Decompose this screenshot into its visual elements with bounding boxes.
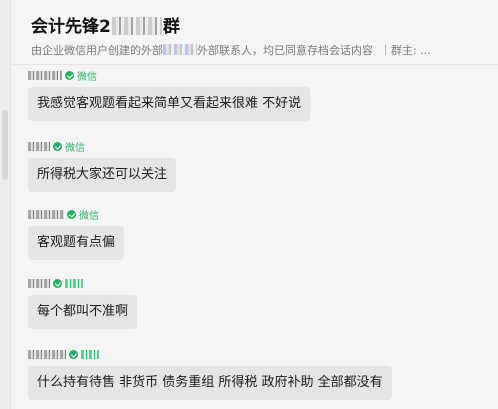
group-title-suffix: 群 (162, 17, 180, 37)
group-owner[interactable]: ｜群主: ... (380, 44, 431, 57)
sender-org-redacted (65, 278, 83, 288)
message-sender (28, 348, 392, 360)
message-bubble[interactable]: 所得税大家还可以关注 (28, 158, 177, 192)
redacted-subtitle-text (163, 44, 197, 55)
group-title[interactable]: 会计先锋2 群 (31, 12, 180, 37)
chat-header: 会计先锋2 群 由企业微信用户创建的外部 外部联系人，均已同意存档会话内容 ｜群主:… (11, 0, 498, 65)
sender-name-redacted[interactable] (28, 70, 62, 80)
message-item: 微信 客观题有点偏 (28, 208, 125, 260)
external-contact-icon (69, 349, 78, 359)
conversation-list-scrollbar[interactable] (2, 110, 8, 180)
sender-org: 微信 (65, 142, 85, 154)
sender-name-redacted[interactable] (28, 278, 50, 288)
group-subtitle: 由企业微信用户创建的外部 外部联系人，均已同意存档会话内容 ｜群主: ... (31, 42, 492, 58)
message-sender: 微信 (28, 208, 124, 222)
message-item: 什么持有待售 非货币 债务重组 所得税 政府补助 全部都没有 (28, 348, 392, 400)
sender-name-redacted[interactable] (28, 209, 64, 219)
message-item: 每个都叫不准啊 (28, 277, 138, 329)
sender-name-redacted[interactable] (28, 349, 66, 359)
conversation-list-edge (0, 0, 11, 409)
message-sender: 微信 (28, 69, 310, 83)
sender-org: 微信 (79, 210, 99, 222)
group-title-prefix: 会计先锋2 (31, 17, 111, 37)
external-contact-icon (53, 278, 62, 288)
message-sender (28, 277, 137, 289)
redacted-title-text (111, 17, 162, 35)
sender-name-redacted[interactable] (28, 141, 50, 151)
sender-org: 微信 (77, 71, 97, 83)
sender-org-redacted (81, 349, 99, 359)
external-contact-icon (53, 141, 62, 151)
message-bubble[interactable]: 每个都叫不准啊 (28, 295, 138, 329)
external-contact-icon (67, 209, 76, 219)
message-feed[interactable]: 微信 我感觉客观题看起来简单又看起来很难 不好说 微信 所得税大家还可以关注 微… (11, 65, 498, 409)
message-bubble[interactable]: 我感觉客观题看起来简单又看起来很难 不好说 (28, 87, 311, 121)
subtitle-part2: 外部联系人，均已同意存档会话内容 (197, 44, 373, 57)
message-item: 微信 我感觉客观题看起来简单又看起来很难 不好说 (28, 69, 311, 121)
message-sender: 微信 (28, 140, 176, 154)
message-item: 微信 所得税大家还可以关注 (28, 140, 177, 192)
subtitle-part1: 由企业微信用户创建的外部 (31, 44, 163, 57)
message-bubble[interactable]: 客观题有点偏 (28, 226, 125, 260)
message-bubble[interactable]: 什么持有待售 非货币 债务重组 所得税 政府补助 全部都没有 (28, 366, 392, 400)
external-contact-icon (65, 70, 74, 80)
